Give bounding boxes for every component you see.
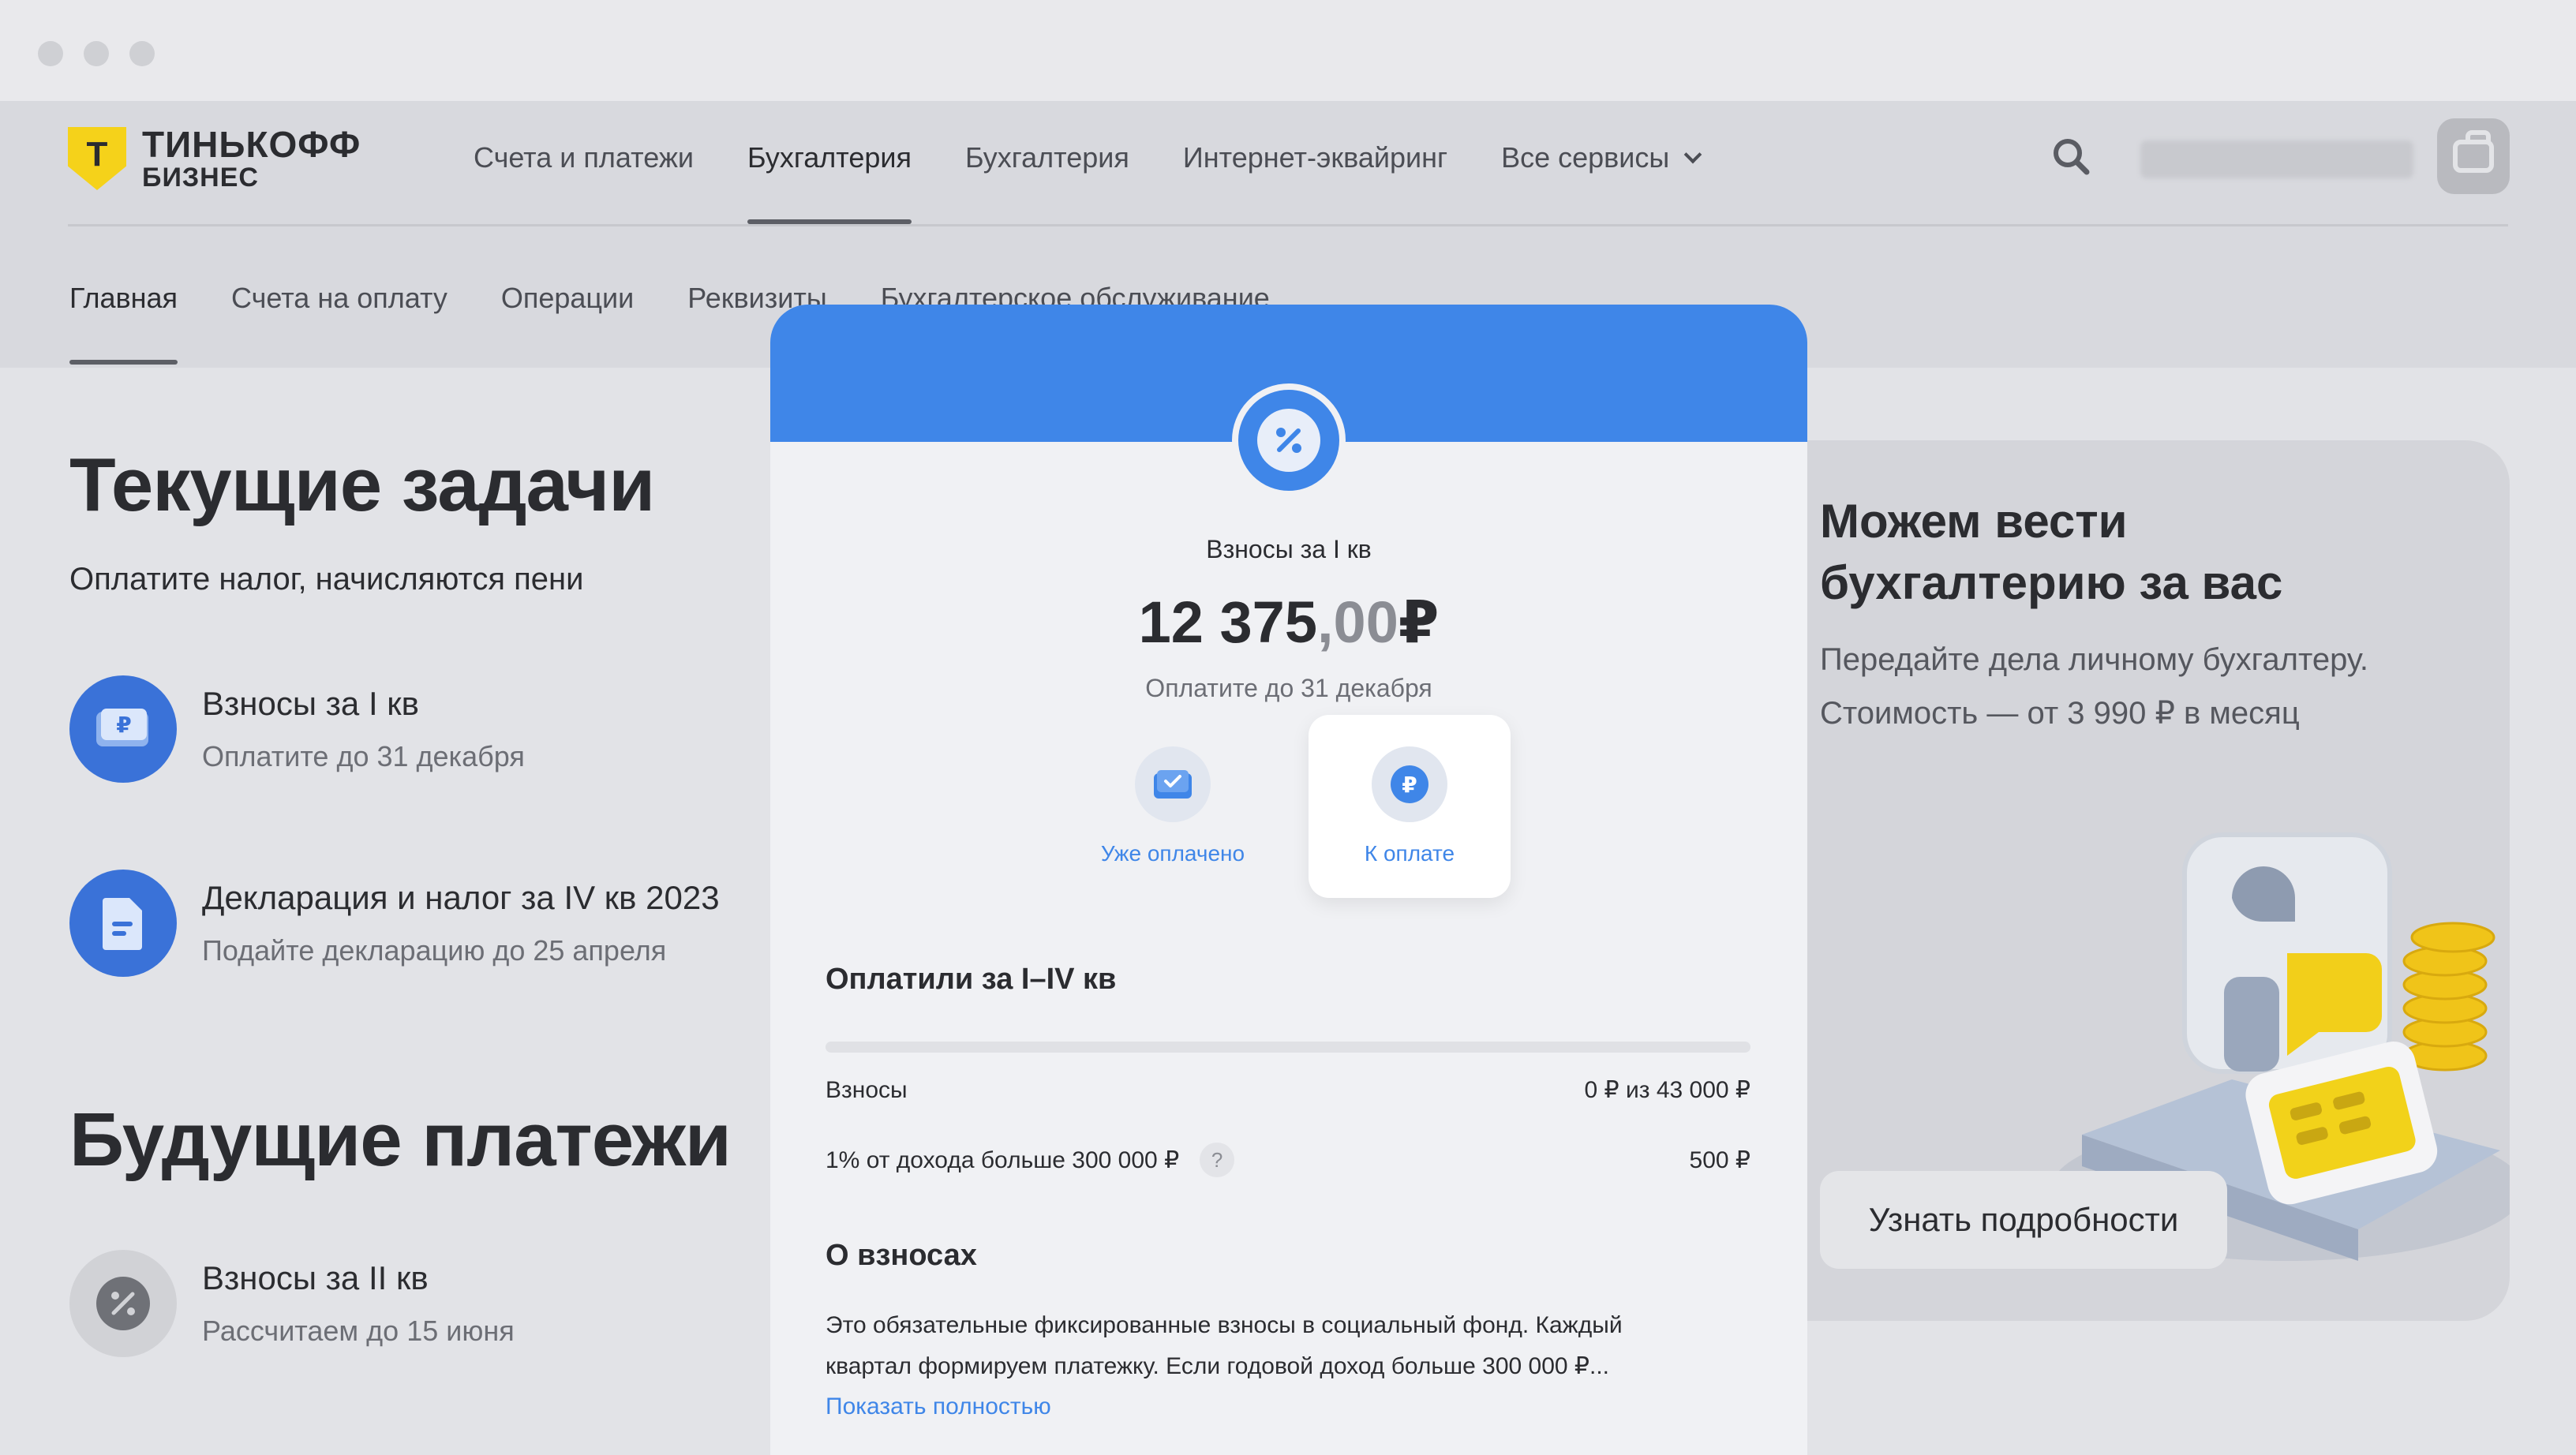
one-percent-row: 1% от дохода больше 300 000 ₽? 500 ₽ — [826, 1143, 1750, 1177]
row-label: Взносы — [826, 1076, 908, 1103]
paid-section-title: Оплатили за I–IV кв — [826, 963, 1117, 996]
modal-due-date: Оплатите до 31 декабря — [1145, 674, 1432, 702]
top-navigation: Счета и платежи Бухгалтерия Бухгалтерия … — [474, 137, 1753, 224]
ruble-card-icon: ₽ — [69, 675, 177, 783]
to-pay-button[interactable]: ₽ К оплате — [1309, 715, 1511, 898]
topnav-accounts-payments[interactable]: Счета и платежи — [474, 137, 694, 185]
brand-logo[interactable]: Т ТИНЬКОФФ БИЗНЕС — [68, 126, 361, 191]
user-name-blurred[interactable] — [2140, 140, 2413, 178]
window-minimize-button[interactable] — [84, 41, 109, 66]
paid-progress-bar — [826, 1042, 1750, 1053]
about-section-title: О взносах — [826, 1239, 977, 1272]
show-more-link[interactable]: Показать полностью — [826, 1393, 1051, 1420]
task-item-declaration-q4[interactable]: Декларация и налог за IV кв 2023 Подайте… — [69, 870, 720, 977]
task-item-contributions-q2[interactable]: Взносы за II кв Рассчитаем до 15 июня — [69, 1250, 515, 1357]
briefcase-icon — [2453, 130, 2494, 173]
row-label: 1% от дохода больше 300 000 ₽ — [826, 1146, 1180, 1173]
topnav-accounting[interactable]: Бухгалтерия — [965, 137, 1129, 185]
ruble-tag-icon: ₽ — [1372, 746, 1447, 822]
topnav-acquiring[interactable]: Интернет-эквайринг — [1183, 137, 1447, 185]
learn-more-button[interactable]: Узнать подробности — [1820, 1171, 2227, 1269]
subnav-operations[interactable]: Операции — [501, 278, 634, 325]
about-text: Это обязательные фиксированные взносы в … — [826, 1312, 1623, 1379]
task-title: Взносы за II кв — [202, 1259, 429, 1296]
task-title: Декларация и налог за IV кв 2023 — [202, 879, 720, 916]
document-icon — [69, 870, 177, 977]
subnav-home[interactable]: Главная — [69, 278, 178, 365]
help-icon[interactable]: ? — [1200, 1143, 1235, 1177]
percent-icon — [69, 1250, 177, 1357]
current-tasks-subtitle: Оплатите налог, начисляются пени — [69, 562, 584, 597]
svg-text:₽: ₽ — [1402, 772, 1417, 798]
promo-title: Можем вести бухгалтерию за вас — [1820, 495, 2283, 609]
chevron-down-icon — [1683, 145, 1702, 164]
company-avatar[interactable] — [2437, 118, 2510, 194]
brand-subname: БИЗНЕС — [142, 163, 259, 193]
row-value: 500 ₽ — [1689, 1146, 1750, 1173]
svg-text:₽: ₽ — [116, 712, 131, 738]
future-payments-heading: Будущие платежи — [69, 1098, 732, 1182]
task-note: Подайте декларацию до 25 апреля — [202, 934, 667, 967]
task-item-contributions-q1[interactable]: ₽ Взносы за I кв Оплатите до 31 декабря — [69, 675, 525, 783]
modal-amount: 12 375,00₽ — [1138, 589, 1440, 655]
search-icon[interactable] — [2049, 134, 2093, 178]
shield-logo-icon: Т — [68, 127, 126, 190]
task-title: Взносы за I кв — [202, 685, 419, 722]
already-paid-button[interactable]: Уже оплачено — [1094, 746, 1252, 866]
subnav-invoices[interactable]: Счета на оплату — [231, 278, 447, 325]
percent-badge-icon — [1232, 383, 1346, 497]
task-note: Оплатите до 31 декабря — [202, 740, 525, 772]
topnav-all-services[interactable]: Все сервисы — [1501, 137, 1702, 185]
contribution-details-modal: Взносы за I кв 12 375,00₽ Оплатите до 31… — [770, 305, 1807, 1455]
window-zoom-button[interactable] — [129, 41, 155, 66]
window-titlebar — [0, 0, 2576, 101]
check-card-icon — [1135, 746, 1211, 822]
window-close-button[interactable] — [38, 41, 63, 66]
modal-label: Взносы за I кв — [1206, 535, 1372, 563]
topnav-all-services-label: Все сервисы — [1501, 141, 1670, 174]
row-value: 0 ₽ из 43 000 ₽ — [1584, 1077, 1750, 1103]
accounting-promo-card: Можем вести бухгалтерию за вас Передайте… — [1743, 440, 2510, 1321]
promo-description: Передайте дела личному бухгалтеру. Стоим… — [1820, 642, 2368, 731]
brand-name: ТИНЬКОФФ — [142, 124, 361, 165]
topnav-accounting-active[interactable]: Бухгалтерия — [747, 137, 912, 224]
header-divider — [68, 224, 2508, 226]
contributions-row: Взносы 0 ₽ из 43 000 ₽ — [826, 1076, 1750, 1104]
task-note: Рассчитаем до 15 июня — [202, 1315, 515, 1347]
current-tasks-heading: Текущие задачи — [69, 443, 655, 527]
